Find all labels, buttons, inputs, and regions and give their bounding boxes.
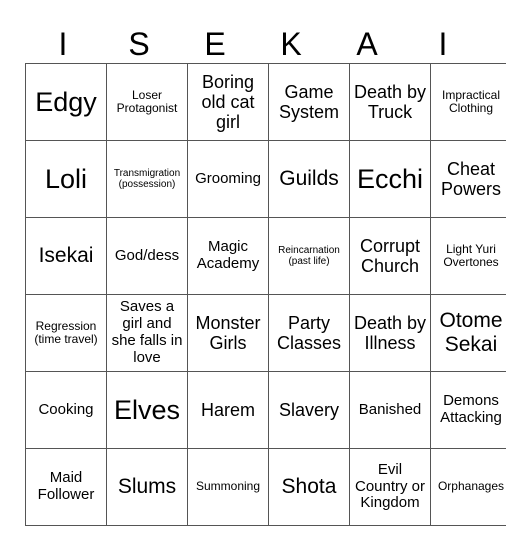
bingo-cell[interactable]: Death by Illness [349,294,431,372]
bingo-cell[interactable]: Shota [268,448,350,526]
title-letter: K [280,26,302,62]
title-letter: A [356,26,378,62]
bingo-cell[interactable]: Elves [106,371,188,449]
bingo-cell[interactable]: Isekai [25,217,107,295]
bingo-cell[interactable]: Harem [187,371,269,449]
bingo-cell[interactable]: Loser Protagonist [106,63,188,141]
bingo-cell[interactable]: Transmigration (possession) [106,140,188,218]
bingo-cell[interactable]: Reincarnation (past life) [268,217,350,295]
bingo-row: Loli Transmigration (possession) Grooming G… [25,140,506,218]
title-letter: E [204,26,226,62]
title-letter: I [58,26,68,62]
bingo-cell[interactable]: Magic Academy [187,217,269,295]
bingo-row: Regression (time travel) Saves a girl and… [25,294,506,372]
bingo-cell[interactable]: Game System [268,63,350,141]
title-letter: I [438,26,448,62]
bingo-cell[interactable]: Party Classes [268,294,350,372]
bingo-grid: Edgy Loser Protagonist Boring old cat girl… [25,63,506,526]
bingo-cell[interactable]: Regression (time travel) [25,294,107,372]
bingo-cell[interactable]: Orphanages [430,448,506,526]
bingo-row: Edgy Loser Protagonist Boring old cat girl… [25,63,506,141]
bingo-row: Maid Follower Slums Summoning Shota Evil Cou… [25,448,506,526]
bingo-cell[interactable]: Death by Truck [349,63,431,141]
bingo-cell[interactable]: Otome Sekai [430,294,506,372]
bingo-cell[interactable]: Guilds [268,140,350,218]
bingo-cell[interactable]: Impractical Clothing [430,63,506,141]
bingo-cell[interactable]: Corrupt Church [349,217,431,295]
bingo-cell[interactable]: God/dess [106,217,188,295]
bingo-cell[interactable]: Loli [25,140,107,218]
bingo-cell[interactable]: Slavery [268,371,350,449]
bingo-cell[interactable]: Boring old cat girl [187,63,269,141]
bingo-cell[interactable]: Demons Attacking [430,371,506,449]
bingo-cell[interactable]: Evil Country or Kingdom [349,448,431,526]
bingo-cell[interactable]: Light Yuri Overtones [430,217,506,295]
bingo-cell[interactable]: Cheat Powers [430,140,506,218]
bingo-cell[interactable]: Summoning [187,448,269,526]
bingo-cell[interactable]: Edgy [25,63,107,141]
bingo-cell[interactable]: Ecchi [349,140,431,218]
bingo-cell[interactable]: Maid Follower [25,448,107,526]
bingo-title: I S E K A I [25,24,481,64]
title-letter: S [128,26,150,62]
bingo-cell[interactable]: Monster Girls [187,294,269,372]
bingo-cell[interactable]: Cooking [25,371,107,449]
bingo-cell[interactable]: Grooming [187,140,269,218]
bingo-cell[interactable]: Saves a girl and she falls in love [106,294,188,372]
bingo-row: Isekai God/dess Magic Academy Reincarnation… [25,217,506,295]
bingo-cell[interactable]: Slums [106,448,188,526]
bingo-row: Cooking Elves Harem Slavery Banished Demons A… [25,371,506,449]
bingo-cell[interactable]: Banished [349,371,431,449]
